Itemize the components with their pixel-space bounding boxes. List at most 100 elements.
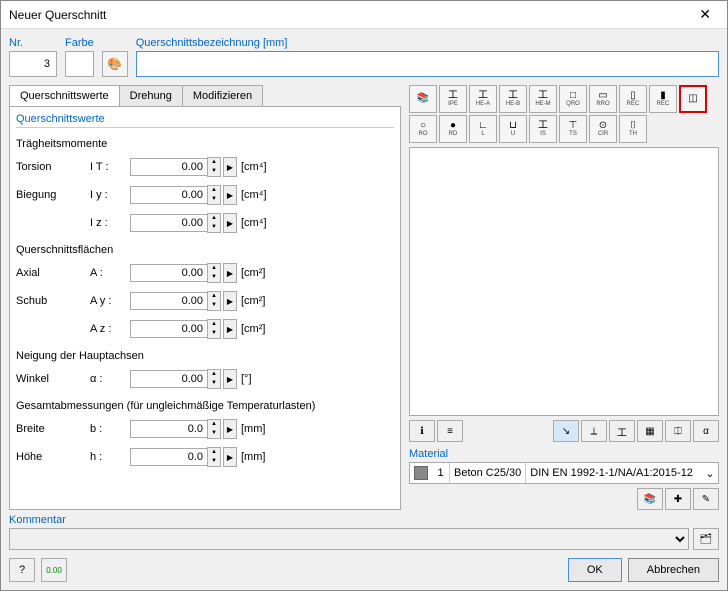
profile-button-is[interactable]: 工IS [529, 115, 557, 143]
spinner[interactable]: ▲▼ [207, 185, 221, 205]
profile-button-ts[interactable]: ⊤TS [559, 115, 587, 143]
profile-button-rec[interactable]: ▯REC [619, 85, 647, 113]
torsion-label: Torsion [16, 161, 90, 173]
designation-label: Querschnittsbezeichnung [mm] [136, 37, 719, 49]
axes-button[interactable]: ↘ [553, 420, 579, 442]
profile-button-ipe[interactable]: 工IPE [439, 85, 467, 113]
chevron-down-icon[interactable]: ⌄ [702, 467, 718, 480]
spinner[interactable]: ▲▼ [207, 369, 221, 389]
profile-label: CIR [598, 131, 608, 137]
pick-button[interactable]: ▶ [223, 419, 237, 439]
profile-button-lib[interactable]: ◫ [679, 85, 707, 113]
spinner[interactable]: ▲▼ [207, 447, 221, 467]
iy-unit: [cm⁴] [241, 189, 267, 201]
profile-button-l[interactable]: ∟L [469, 115, 497, 143]
h-unit: [mm] [241, 451, 265, 463]
close-button[interactable]: ✕ [691, 4, 719, 25]
tab-drehung[interactable]: Drehung [119, 85, 183, 106]
ok-button[interactable]: OK [568, 558, 622, 582]
material-combo[interactable]: 1 Beton C25/30 DIN EN 1992-1-1/NA/A1:201… [409, 462, 719, 484]
help-button[interactable]: ? [9, 558, 35, 582]
profile-button-ro[interactable]: ○RO [409, 115, 437, 143]
stress-button[interactable]: ▦ [637, 420, 663, 442]
profile-label: U [511, 131, 515, 137]
profile-label: RO [419, 131, 428, 137]
spinner[interactable]: ▲▼ [207, 291, 221, 311]
spinner[interactable]: ▲▼ [207, 213, 221, 233]
number-input[interactable] [10, 58, 56, 70]
profile-button-he-m[interactable]: 工HE-M [529, 85, 557, 113]
pick-button[interactable]: ▶ [223, 319, 237, 339]
preview-area [409, 147, 719, 416]
profile-icon: 工 [448, 91, 458, 101]
section-view-button[interactable]: 工 [609, 420, 635, 442]
torsion-input[interactable] [130, 158, 208, 176]
profile-button-he-a[interactable]: 工HE-A [469, 85, 497, 113]
tab-modifizieren[interactable]: Modifizieren [182, 85, 263, 106]
spinner[interactable]: ▲▼ [207, 157, 221, 177]
iy-symbol: I y : [90, 189, 130, 201]
spinner[interactable]: ▲▼ [207, 319, 221, 339]
color-picker-button[interactable]: 🎨 [102, 51, 128, 77]
pick-button[interactable]: ▶ [223, 263, 237, 283]
biegung-label: Biegung [16, 189, 90, 201]
profile-icon: ◫ [688, 94, 697, 104]
material-library-button[interactable]: 📚 [637, 488, 663, 510]
subhead-neig: Neigung der Hauptachsen [16, 350, 394, 362]
h-input[interactable] [130, 448, 208, 466]
az-input[interactable] [130, 320, 208, 338]
pick-button[interactable]: ▶ [223, 185, 237, 205]
comment-save-button[interactable]: 🗂 [693, 528, 719, 550]
spinner[interactable]: ▲▼ [207, 263, 221, 283]
profile-button-rec[interactable]: ▮REC [649, 85, 677, 113]
iz-input[interactable] [130, 214, 208, 232]
designation-input[interactable] [137, 53, 718, 75]
profile-button-u[interactable]: ⊔U [499, 115, 527, 143]
b-input[interactable] [130, 420, 208, 438]
profile-button-th[interactable]: ⌷TH [619, 115, 647, 143]
a-input[interactable] [130, 264, 208, 282]
dimensions-button[interactable]: ⟂ [581, 420, 607, 442]
color-label: Farbe [65, 37, 94, 49]
ay-unit: [cm²] [241, 295, 265, 307]
tab-querschnittswerte[interactable]: Querschnittswerte [9, 85, 120, 106]
material-number: 1 [432, 463, 450, 483]
subhead-qfl: Querschnittsflächen [16, 244, 394, 256]
material-new-button[interactable]: ✚ [665, 488, 691, 510]
details-button[interactable]: ≡ [437, 420, 463, 442]
pick-button[interactable]: ▶ [223, 213, 237, 233]
profile-button-cir[interactable]: ⊙CIR [589, 115, 617, 143]
b-unit: [mm] [241, 423, 265, 435]
pick-button[interactable]: ▶ [223, 369, 237, 389]
comment-combo[interactable] [9, 528, 689, 550]
profile-button-he-b[interactable]: 工HE-B [499, 85, 527, 113]
profile-icon: ○ [420, 121, 426, 131]
units-button[interactable]: 0.00 [41, 558, 67, 582]
material-color-icon [414, 466, 428, 480]
profile-button-qro[interactable]: □QRO [559, 85, 587, 113]
profile-icon: ▮ [660, 91, 666, 101]
alpha-input[interactable] [130, 370, 208, 388]
view-toolbar: ℹ ≡ ↘ ⟂ 工 ▦ ⎅ α [409, 420, 719, 442]
cancel-button[interactable]: Abbrechen [628, 558, 719, 582]
comment-block: Kommentar 🗂 [1, 510, 727, 550]
spinner[interactable]: ▲▼ [207, 419, 221, 439]
number-group: Nr. [9, 37, 57, 77]
profile-button-rd[interactable]: ●RD [439, 115, 467, 143]
profile-button-rro[interactable]: ▭RRO [589, 85, 617, 113]
profile-label: IS [540, 131, 546, 137]
pick-button[interactable]: ▶ [223, 447, 237, 467]
breite-label: Breite [16, 423, 90, 435]
info-button[interactable]: ℹ [409, 420, 435, 442]
pick-button[interactable]: ▶ [223, 157, 237, 177]
material-edit-button[interactable]: ✎ [693, 488, 719, 510]
ay-input[interactable] [130, 292, 208, 310]
alpha-button[interactable]: α [693, 420, 719, 442]
profile-button-lib[interactable]: 📚 [409, 85, 437, 113]
values-button[interactable]: ⎅ [665, 420, 691, 442]
pick-button[interactable]: ▶ [223, 291, 237, 311]
iy-input[interactable] [130, 186, 208, 204]
color-swatch[interactable] [65, 51, 94, 77]
profile-icon: 工 [478, 91, 488, 101]
properties-panel: Querschnittswerte Trägheitsmomente Torsi… [9, 106, 401, 510]
